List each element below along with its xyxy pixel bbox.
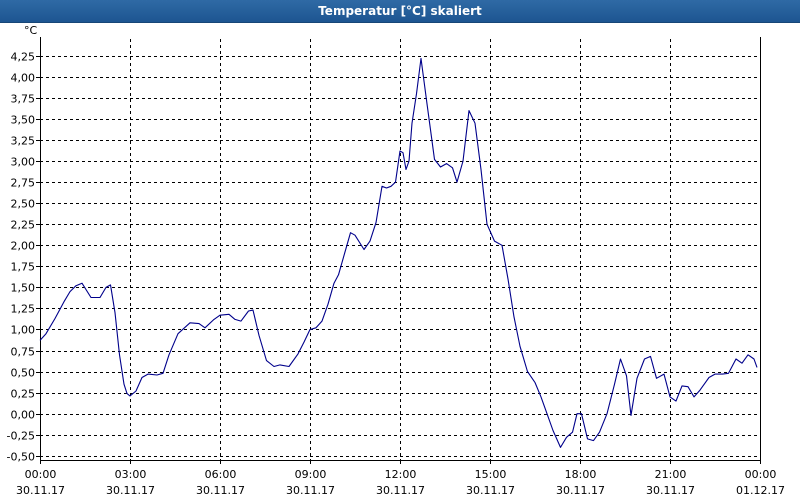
window-title: Temperatur [°C] skaliert — [0, 0, 800, 23]
y-tick-label: 3,75 — [11, 93, 36, 106]
y-tick-label: 2,25 — [11, 219, 36, 232]
x-tick-date-label: 30.11.17 — [646, 484, 695, 497]
y-tick-label: 2,75 — [11, 177, 36, 190]
x-tick-date-label: 30.11.17 — [466, 484, 515, 497]
y-tick-label: 3,00 — [11, 156, 36, 169]
x-tick-date-label: 01.12.17 — [736, 484, 785, 497]
y-tick-label: 1,75 — [11, 261, 36, 274]
x-tick-date-label: 30.11.17 — [286, 484, 335, 497]
y-tick-label: 3,25 — [11, 135, 36, 148]
y-tick-label: 1,50 — [11, 282, 36, 295]
axis-layer — [36, 37, 761, 464]
label-layer: -0,50 -0,25 0,00 0,25 0,50 0,75 1,00 1,25 1,50 1,… — [7, 51, 785, 498]
x-tick-date-label: 30.11.17 — [376, 484, 425, 497]
series-line-temperature — [39, 57, 758, 448]
x-tick-date-label: 30.11.17 — [196, 484, 245, 497]
y-tick-label: -0,25 — [7, 430, 35, 443]
x-tick-date-label: 30.11.17 — [106, 484, 155, 497]
x-tick-time-label: 15:00 — [475, 468, 507, 481]
x-tick-time-label: 09:00 — [295, 468, 327, 481]
y-tick-label: 4,00 — [11, 72, 36, 85]
y-tick-label: 2,50 — [11, 198, 36, 211]
y-tick-label: 2,00 — [11, 240, 36, 253]
chart-window: Temperatur [°C] skaliert -0,50 -0,25 0,00 0… — [0, 0, 800, 500]
x-tick-time-label: 03:00 — [115, 468, 147, 481]
series-layer — [39, 57, 758, 448]
x-tick-time-label: 12:00 — [385, 468, 417, 481]
y-tick-label: -0,50 — [7, 451, 35, 464]
y-tick-label: 0,50 — [11, 367, 36, 380]
x-tick-date-label: 30.11.17 — [16, 484, 65, 497]
grid-layer — [40, 39, 760, 460]
y-tick-label: 0,00 — [11, 409, 36, 422]
y-unit-label: °C — [24, 24, 38, 37]
x-tick-time-label: 06:00 — [205, 468, 237, 481]
x-tick-time-label: 21:00 — [655, 468, 687, 481]
x-tick-date-label: 30.11.17 — [556, 484, 605, 497]
y-tick-label: 4,25 — [11, 51, 36, 64]
x-tick-time-label: 00:00 — [745, 468, 777, 481]
x-tick-time-label: 00:00 — [25, 468, 57, 481]
chart-svg: -0,50 -0,25 0,00 0,25 0,50 0,75 1,00 1,25 1,50 1,… — [7, 24, 785, 498]
y-tick-label: 1,00 — [11, 324, 36, 337]
y-tick-label: 3,50 — [11, 114, 36, 127]
y-tick-label: 0,75 — [11, 346, 36, 359]
x-tick-time-label: 18:00 — [565, 468, 597, 481]
y-tick-label: 1,25 — [11, 303, 36, 316]
y-tick-label: 0,25 — [11, 388, 36, 401]
